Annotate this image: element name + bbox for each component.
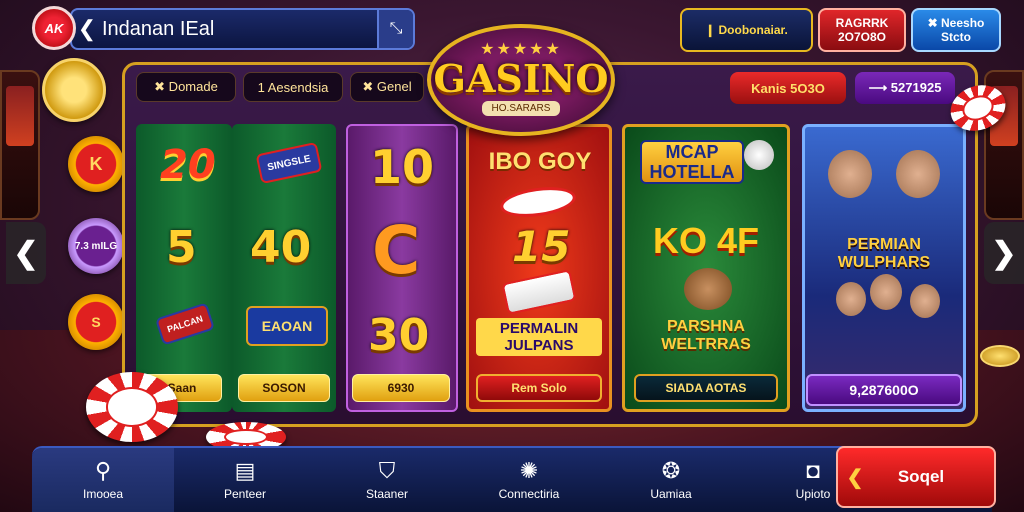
card-2-number-mid: 40 — [250, 222, 312, 273]
card-5-label[interactable]: SIADA AOTAS — [634, 374, 778, 402]
card-1-number-mid: 5 — [166, 222, 197, 273]
settings-button[interactable]: ✖ Neesho Stcto — [911, 8, 1001, 52]
filter-domade[interactable]: ✖ Domade — [136, 72, 236, 102]
casino-name: GASINO — [433, 55, 609, 101]
casino-logo: ★★★★★ GASINO HO.SARARS — [427, 24, 615, 136]
card-6-character-5 — [910, 284, 940, 318]
nav-item-label: Penteer — [223, 487, 267, 501]
card-3-number-top: 10 — [370, 140, 435, 194]
filter-aesendsia[interactable]: 1 Aesendsia — [243, 72, 343, 102]
card-4-title: IBO GOY — [488, 148, 592, 175]
ranking-button[interactable]: RAGRRK 2O7O8O — [818, 8, 906, 52]
card-5-dog-icon — [684, 268, 732, 310]
card-5-mascot-icon — [744, 140, 774, 170]
filter-genel[interactable]: ✖ Genel — [350, 72, 424, 102]
side-chip-top[interactable]: K — [68, 136, 124, 192]
title-bar: ❮ Indanan IEal ⤡ — [70, 8, 415, 50]
slot-machine-left — [0, 70, 40, 220]
side-chip-bottom[interactable]: S — [68, 294, 124, 350]
nav-item-staaner[interactable]: ⛉ Staaner — [316, 448, 458, 512]
card-6-caption: PERMIAN WULPHARS — [837, 236, 931, 271]
book-icon: ▤ — [234, 458, 256, 483]
nav-item-penteer[interactable]: ▤ Penteer — [174, 448, 316, 512]
card-6-label[interactable]: 9,287600O — [806, 374, 962, 406]
card-6-character-1 — [828, 150, 872, 198]
nav-item-label: Imooea — [82, 487, 124, 501]
chevron-left-icon: ❮ — [846, 466, 864, 489]
card-3-label[interactable]: 6930 — [352, 374, 450, 402]
card-6-character-2 — [896, 150, 940, 198]
camera-icon: ◘ — [806, 458, 820, 483]
casino-subtitle: HO.SARARS — [481, 100, 561, 116]
soqel-button[interactable]: ❮ Soqel — [836, 446, 996, 508]
nav-item-imooea[interactable]: ⚲ Imooea — [32, 448, 174, 512]
location-icon: ⚲ — [94, 458, 112, 483]
card-5-title: MCAP HOTELLA — [640, 140, 744, 184]
card-3-number-bottom: 30 — [368, 310, 430, 361]
carousel-prev-icon[interactable]: ❮ — [6, 222, 46, 284]
expand-icon[interactable]: ⤡ — [377, 10, 413, 48]
chip-icon: ❂ — [661, 458, 681, 483]
nav-item-label: Upioto — [795, 487, 831, 501]
soqel-button-label: Soqel — [897, 467, 945, 486]
side-chip-middle[interactable]: 7.3 mILG — [68, 218, 124, 274]
back-icon[interactable]: ❮ — [72, 16, 102, 42]
card-5-caption: PARSHNA WELTRRAS — [661, 318, 751, 353]
card-4-label[interactable]: Rem Solo — [476, 374, 602, 402]
gear-icon: ✺ — [519, 458, 539, 483]
nav-item-label: Staaner — [365, 487, 409, 501]
nav-item-connectiria[interactable]: ✺ Connectiria — [458, 448, 600, 512]
balance-tag[interactable]: ⟶ 5271925 — [855, 72, 955, 104]
card-2-label[interactable]: SOSON — [238, 374, 330, 402]
info-button[interactable]: ❙ Doobonaiar. — [680, 8, 813, 52]
card-1-number-top: 20 — [160, 142, 216, 188]
nav-item-uamiaa[interactable]: ❂ Uamiaa — [600, 448, 742, 512]
gold-coins-icon — [980, 345, 1020, 367]
poker-chip-icon — [86, 372, 178, 442]
card-5-headline: KO 4F — [652, 220, 759, 261]
carousel-next-icon[interactable]: ❯ — [984, 222, 1024, 284]
card-4-number: 15 — [512, 222, 571, 271]
gold-coin-icon — [42, 58, 106, 122]
page-title: Indanan IEal — [102, 17, 215, 40]
nav-item-label: Uamiaa — [650, 487, 692, 501]
card-3-number-mid: C — [372, 212, 421, 289]
shield-icon: ⛉ — [378, 458, 396, 483]
card-2-sticker-bottom: EAOAN — [246, 306, 328, 346]
jackpot-tag[interactable]: Kanis 5O3O — [730, 72, 846, 104]
nav-item-label: Connectiria — [498, 487, 560, 501]
card-6-character-4 — [870, 274, 902, 310]
card-4-caption: PERMALIN JULPANS — [476, 318, 602, 356]
card-6-character-3 — [836, 282, 866, 316]
app-logo[interactable]: AK — [32, 6, 76, 50]
